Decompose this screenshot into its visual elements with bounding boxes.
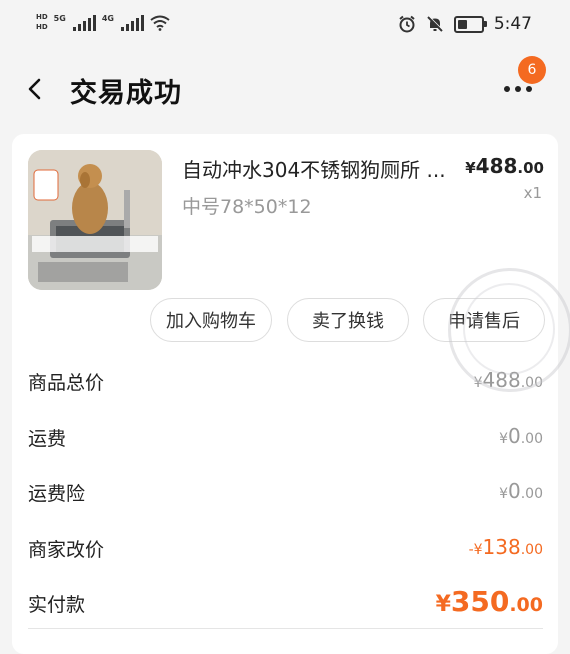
shipping-label: 运费 bbox=[28, 428, 67, 450]
shipping-cur: ¥ bbox=[499, 431, 508, 447]
shipping-value: ¥0.00 bbox=[499, 424, 543, 448]
price-int: 488 bbox=[475, 154, 518, 178]
price-dec: .00 bbox=[517, 159, 544, 177]
sim1-tag: HD bbox=[36, 13, 48, 21]
header: 交易成功 6 bbox=[0, 56, 570, 126]
insurance-int: 0 bbox=[508, 479, 521, 503]
sell-button[interactable]: 卖了换钱 bbox=[287, 298, 409, 342]
order-card: 自动冲水304不锈钢狗厕所 ... 中号78*50*12 ¥488.00 x1 … bbox=[12, 134, 558, 654]
adjust-dec: .00 bbox=[520, 542, 543, 558]
sim2-tag: HD bbox=[36, 23, 48, 31]
product-qty: x1 bbox=[523, 184, 542, 202]
watermark-inner-ring bbox=[463, 283, 555, 375]
status-bar: HD HD 5G 4G 5:47 bbox=[0, 0, 570, 56]
paid-value: ¥350.00 bbox=[436, 585, 543, 618]
paid-dec: .00 bbox=[509, 594, 543, 616]
paid-label: 实付款 bbox=[28, 594, 86, 616]
net2-label: 4G bbox=[101, 14, 114, 23]
paid-cur: ¥ bbox=[435, 592, 451, 617]
product-price: ¥488.00 bbox=[465, 154, 544, 178]
battery-level bbox=[457, 19, 467, 29]
adjust-int: 138 bbox=[482, 535, 521, 559]
divider bbox=[28, 628, 543, 629]
net1-label: 5G bbox=[53, 14, 66, 23]
adjust-cur: -¥ bbox=[468, 542, 483, 558]
price-adjust-row: 商家改价 -¥138.00 bbox=[28, 535, 543, 565]
add-to-cart-button[interactable]: 加入购物车 bbox=[150, 298, 272, 342]
watermark-seal bbox=[448, 268, 570, 392]
goods-total-label: 商品总价 bbox=[28, 372, 105, 394]
insurance-cur: ¥ bbox=[499, 486, 508, 502]
battery-icon bbox=[453, 15, 487, 33]
paid-row: 实付款 ¥350.00 bbox=[28, 585, 543, 620]
shipping-int: 0 bbox=[508, 424, 521, 448]
product-spec: 中号78*50*12 bbox=[182, 196, 312, 218]
alarm-icon bbox=[399, 15, 415, 33]
notification-badge: 6 bbox=[518, 56, 546, 84]
product-name[interactable]: 自动冲水304不锈钢狗厕所 ... bbox=[182, 154, 462, 183]
status-right: 5:47 bbox=[398, 14, 532, 34]
price-adjust-label: 商家改价 bbox=[28, 539, 105, 561]
shipping-dec: .00 bbox=[520, 431, 543, 447]
insurance-value: ¥0.00 bbox=[499, 479, 543, 503]
page-title: 交易成功 bbox=[70, 78, 182, 109]
signal-bars-1-icon bbox=[72, 14, 96, 31]
mute-bell-icon bbox=[427, 15, 444, 32]
paid-int: 350 bbox=[450, 585, 510, 618]
insurance-dec: .00 bbox=[520, 486, 543, 502]
more-icon[interactable] bbox=[504, 86, 532, 92]
insurance-row: 运费险 ¥0.00 bbox=[28, 479, 543, 509]
signal-indicators: HD HD 5G 4G bbox=[36, 14, 170, 31]
insurance-label: 运费险 bbox=[28, 483, 86, 505]
product-image[interactable] bbox=[28, 150, 162, 290]
signal-bars-2-icon bbox=[120, 14, 144, 31]
clock: 5:47 bbox=[493, 14, 532, 34]
product-photo bbox=[28, 150, 162, 290]
price-currency: ¥ bbox=[465, 159, 476, 177]
back-icon[interactable] bbox=[24, 78, 46, 100]
price-adjust-value: -¥138.00 bbox=[469, 535, 543, 559]
sim-tags: HD HD bbox=[36, 14, 48, 31]
shipping-row: 运费 ¥0.00 bbox=[28, 424, 543, 454]
wifi-icon bbox=[150, 15, 170, 31]
